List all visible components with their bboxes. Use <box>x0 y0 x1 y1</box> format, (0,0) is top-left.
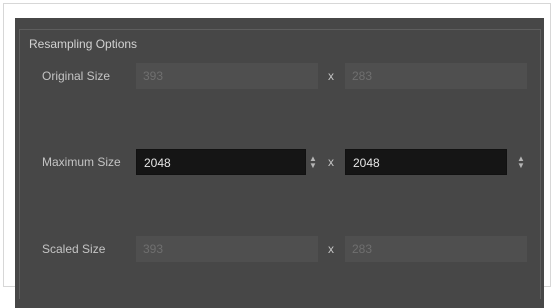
maximum-width-input[interactable]: 2048 <box>136 149 306 175</box>
group-title: Resampling Options <box>25 37 142 51</box>
original-size-x-separator: x <box>328 69 334 83</box>
spin-down-arrow-icon[interactable]: ▼ <box>309 162 317 170</box>
scaled-size-row: Scaled Size 393 x 283 <box>15 236 544 262</box>
scaled-size-x-separator: x <box>328 242 334 256</box>
original-width-field: 393 <box>136 63 318 89</box>
original-size-label: Original Size <box>42 69 111 83</box>
maximum-width-spinner-icon[interactable]: ▲ ▼ <box>307 149 319 175</box>
resampling-options-panel: Resampling Options Original Size 393 x 2… <box>15 18 544 308</box>
maximum-size-x-separator: x <box>328 155 334 169</box>
scaled-width-field: 393 <box>136 236 318 262</box>
maximum-size-row: Maximum Size 2048 ▲ ▼ x 2048 ▲ ▼ <box>15 149 544 175</box>
screenshot-frame: Resampling Options Original Size 393 x 2… <box>3 3 551 308</box>
maximum-size-label: Maximum Size <box>42 155 121 169</box>
spin-down-arrow-icon[interactable]: ▼ <box>517 162 525 170</box>
scaled-height-field: 283 <box>345 236 527 262</box>
original-size-row: Original Size 393 x 283 <box>15 63 544 89</box>
scaled-size-label: Scaled Size <box>42 242 106 256</box>
maximum-height-input[interactable]: 2048 <box>345 149 507 175</box>
maximum-height-spinner-icon[interactable]: ▲ ▼ <box>515 149 527 175</box>
original-height-field: 283 <box>345 63 527 89</box>
